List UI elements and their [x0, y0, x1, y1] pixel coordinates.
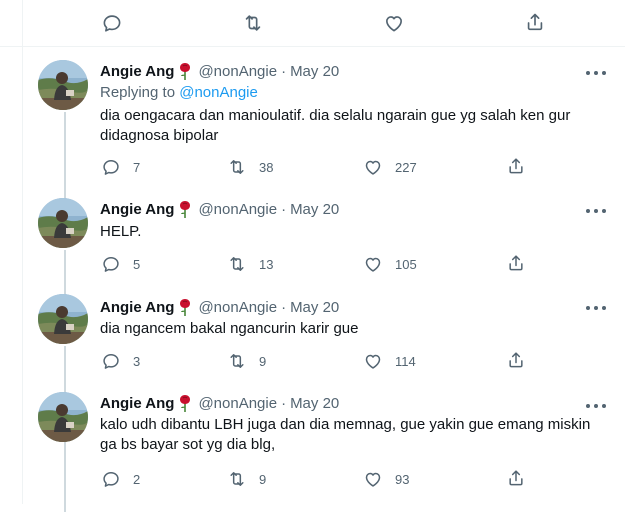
share-icon: [506, 156, 526, 176]
share-button[interactable]: [506, 350, 526, 370]
reply-icon: [101, 254, 121, 274]
tweet-text: HELP.: [100, 223, 142, 240]
reply-button[interactable]: 7: [101, 157, 140, 177]
author-name[interactable]: Angie Ang: [100, 299, 174, 316]
tweet-header: Angie Ang @nonAngie · May 20: [100, 394, 339, 412]
share-icon: [506, 253, 526, 273]
author-handle[interactable]: @nonAngie: [198, 299, 277, 316]
author-name[interactable]: Angie Ang: [100, 63, 174, 80]
replying-label: Replying to: [100, 84, 176, 101]
like-icon: [363, 469, 383, 489]
tweet-header: Angie Ang @nonAngie · May 20: [100, 200, 339, 218]
avatar[interactable]: [38, 392, 88, 442]
reply-icon: [101, 469, 121, 489]
thread-connector: [64, 442, 66, 512]
share-button[interactable]: [506, 156, 526, 176]
tweet-date[interactable]: May 20: [290, 299, 339, 316]
retweet-button[interactable]: 9: [227, 469, 266, 489]
retweet-button[interactable]: [242, 12, 264, 34]
separator: ·: [281, 62, 287, 80]
tweet-date[interactable]: May 20: [290, 395, 339, 412]
tweet-text: dia oengacara dan manioulatif. dia selal…: [100, 107, 571, 144]
tweet-date[interactable]: May 20: [290, 201, 339, 218]
rose-emoji: [180, 201, 191, 218]
share-icon: [506, 350, 526, 370]
parent-tweet-actions: [0, 0, 625, 47]
reply-icon: [101, 157, 121, 177]
share-icon: [506, 468, 526, 488]
reply-button[interactable]: 3: [101, 351, 140, 371]
avatar[interactable]: [38, 294, 88, 344]
retweet-count: 38: [259, 159, 274, 175]
like-icon: [363, 254, 383, 274]
author-handle[interactable]: @nonAngie: [198, 395, 277, 412]
more-icon[interactable]: [586, 305, 606, 311]
reply-button[interactable]: [101, 12, 123, 34]
retweet-icon: [227, 469, 247, 489]
tweet-text: dia ngancem bakal ngancurin karir gue: [100, 320, 359, 337]
author-name[interactable]: Angie Ang: [100, 395, 174, 412]
thread-connector: [64, 346, 66, 396]
like-button[interactable]: 227: [363, 157, 417, 177]
rose-emoji: [180, 395, 191, 412]
reply-button[interactable]: 5: [101, 254, 140, 274]
retweet-count: 9: [259, 353, 267, 369]
like-button[interactable]: 114: [363, 351, 416, 371]
like-icon: [363, 157, 383, 177]
reply-count: 2: [133, 471, 141, 487]
like-icon: [383, 12, 405, 34]
retweet-count: 13: [259, 256, 274, 272]
thread-connector: [64, 250, 66, 296]
separator: ·: [281, 298, 287, 316]
avatar[interactable]: [38, 60, 88, 110]
retweet-button[interactable]: 13: [227, 254, 273, 274]
tweet-text: kalo udh dibantu LBH juga dan dia memnag…: [100, 416, 591, 453]
more-icon[interactable]: [586, 70, 606, 76]
reply-button[interactable]: 2: [101, 469, 140, 489]
retweet-icon: [227, 254, 247, 274]
rose-emoji: [180, 299, 191, 316]
avatar[interactable]: [38, 198, 88, 248]
like-count: 93: [395, 471, 410, 487]
reply-count: 3: [133, 353, 141, 369]
retweet-icon: [242, 12, 264, 34]
more-icon[interactable]: [586, 208, 606, 214]
replying-to: Replying to @nonAngie: [100, 84, 258, 101]
like-button[interactable]: 93: [363, 469, 409, 489]
share-button[interactable]: [506, 253, 526, 273]
retweet-button[interactable]: 38: [227, 157, 273, 177]
share-button[interactable]: [506, 468, 526, 488]
like-count: 114: [395, 353, 416, 369]
author-handle[interactable]: @nonAngie: [198, 63, 277, 80]
tweet-header: Angie Ang @nonAngie · May 20: [100, 62, 339, 80]
share-icon: [524, 11, 546, 33]
retweet-icon: [227, 157, 247, 177]
reply-icon: [101, 351, 121, 371]
author-name[interactable]: Angie Ang: [100, 201, 174, 218]
reply-icon: [101, 12, 123, 34]
separator: ·: [281, 200, 287, 218]
thread-connector: [64, 142, 66, 170]
like-count: 227: [395, 159, 417, 175]
reply-count: 7: [133, 159, 141, 175]
like-count: 105: [395, 256, 417, 272]
replying-handle-link[interactable]: @nonAngie: [179, 84, 258, 101]
tweet-date[interactable]: May 20: [290, 63, 339, 80]
author-handle[interactable]: @nonAngie: [198, 201, 277, 218]
reply-count: 5: [133, 256, 141, 272]
share-button[interactable]: [524, 11, 546, 33]
retweet-icon: [227, 351, 247, 371]
more-icon[interactable]: [586, 403, 606, 409]
like-button[interactable]: 105: [363, 254, 417, 274]
separator: ·: [281, 394, 287, 412]
tweet-header: Angie Ang @nonAngie · May 20: [100, 298, 339, 316]
retweet-count: 9: [259, 471, 267, 487]
rose-emoji: [180, 63, 191, 80]
retweet-button[interactable]: 9: [227, 351, 266, 371]
like-button[interactable]: [383, 12, 405, 34]
like-icon: [363, 351, 383, 371]
